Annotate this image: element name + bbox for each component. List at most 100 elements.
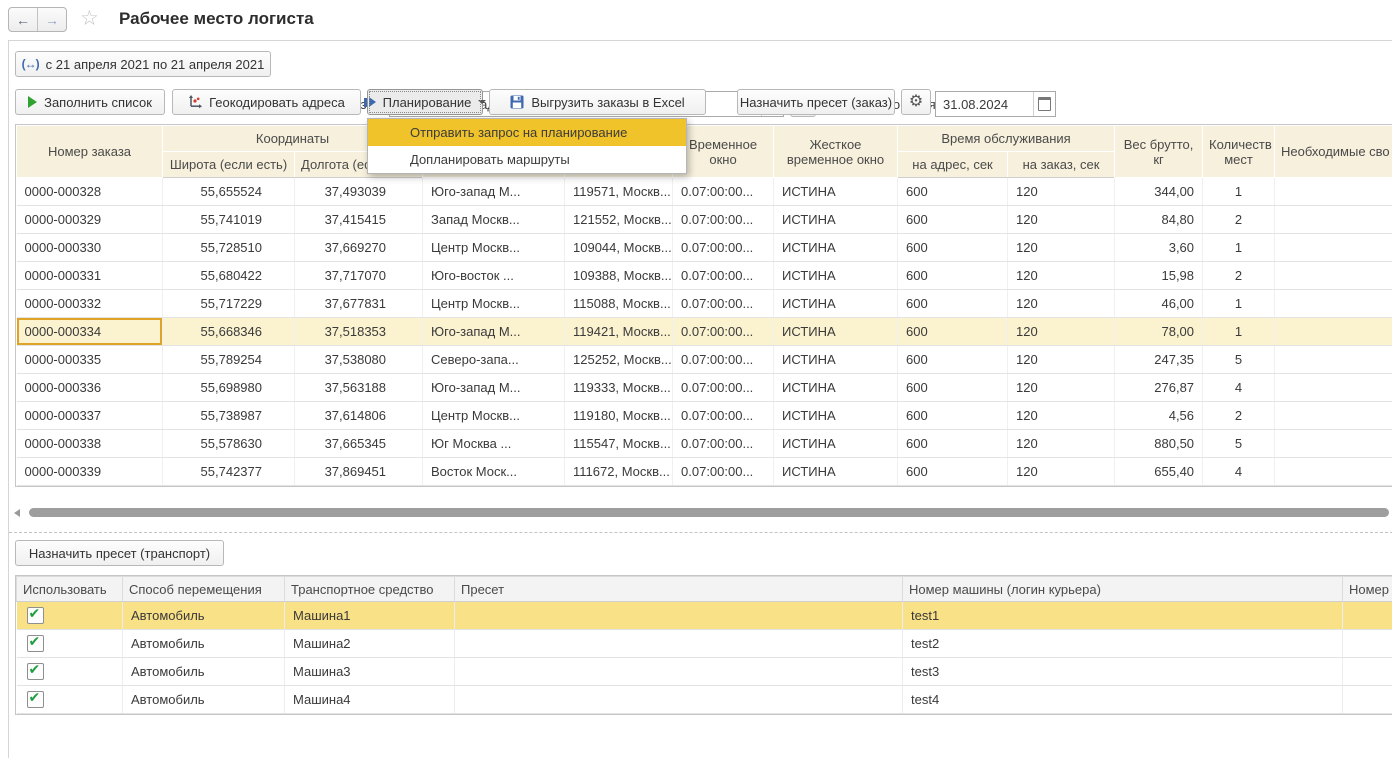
order-cell-required_props[interactable] bbox=[1275, 318, 1392, 346]
col-move-method[interactable]: Способ перемещения bbox=[123, 577, 285, 602]
order-cell-time_window[interactable]: 0.07:00:00... bbox=[673, 346, 774, 374]
order-cell-places[interactable]: 1 bbox=[1203, 290, 1275, 318]
order-cell-required_props[interactable] bbox=[1275, 402, 1392, 430]
col-service-per-order[interactable]: на заказ, сек bbox=[1008, 152, 1115, 178]
order-cell-service_address_sec[interactable]: 600 bbox=[898, 458, 1008, 486]
order-cell-number[interactable]: 0000-000339 bbox=[17, 458, 163, 486]
order-cell-hard_window[interactable]: ИСТИНА bbox=[774, 318, 898, 346]
order-cell-zone[interactable]: Юг Москва ... bbox=[423, 430, 565, 458]
order-cell-places[interactable]: 5 bbox=[1203, 430, 1275, 458]
order-cell-lon[interactable]: 37,614806 bbox=[295, 402, 423, 430]
forward-button[interactable]: → bbox=[38, 8, 66, 31]
order-cell-number[interactable]: 0000-000328 bbox=[17, 178, 163, 206]
order-cell-number[interactable]: 0000-000336 bbox=[17, 374, 163, 402]
use-checkbox[interactable] bbox=[27, 663, 44, 680]
order-cell-lat[interactable]: 55,655524 bbox=[163, 178, 295, 206]
calendar-button[interactable] bbox=[1033, 92, 1055, 116]
order-cell-address[interactable]: 119180, Москв... bbox=[565, 402, 673, 430]
fill-list-button[interactable]: Заполнить список bbox=[15, 89, 165, 115]
order-cell-weight[interactable]: 4,56 bbox=[1115, 402, 1203, 430]
order-cell-zone[interactable]: Юго-запад М... bbox=[423, 178, 565, 206]
order-cell-weight[interactable]: 655,40 bbox=[1115, 458, 1203, 486]
order-cell-service_order_sec[interactable]: 120 bbox=[1008, 346, 1115, 374]
order-cell-time_window[interactable]: 0.07:00:00... bbox=[673, 234, 774, 262]
order-cell-weight[interactable]: 15,98 bbox=[1115, 262, 1203, 290]
order-cell-places[interactable]: 5 bbox=[1203, 346, 1275, 374]
order-cell-places[interactable]: 1 bbox=[1203, 318, 1275, 346]
order-cell-lat[interactable]: 55,738987 bbox=[163, 402, 295, 430]
col-vehicle[interactable]: Транспортное средство bbox=[285, 577, 455, 602]
order-row[interactable]: 0000-00033255,71722937,677831Центр Москв… bbox=[17, 290, 1392, 318]
order-cell-zone[interactable]: Запад Москв... bbox=[423, 206, 565, 234]
use-checkbox[interactable] bbox=[27, 635, 44, 652]
assign-preset-transport-button[interactable]: Назначить пресет (транспорт) bbox=[15, 540, 224, 566]
order-cell-service_order_sec[interactable]: 120 bbox=[1008, 374, 1115, 402]
settings-button[interactable]: ⚙ bbox=[901, 89, 931, 115]
order-cell-time_window[interactable]: 0.07:00:00... bbox=[673, 262, 774, 290]
order-cell-service_order_sec[interactable]: 120 bbox=[1008, 430, 1115, 458]
order-cell-service_address_sec[interactable]: 600 bbox=[898, 290, 1008, 318]
order-cell-service_order_sec[interactable]: 120 bbox=[1008, 206, 1115, 234]
scroll-left-arrow-icon[interactable] bbox=[14, 509, 20, 517]
transport-row[interactable]: АвтомобильМашина4test4 bbox=[17, 686, 1392, 714]
order-cell-address[interactable]: 115547, Москв... bbox=[565, 430, 673, 458]
order-cell-address[interactable]: 111672, Москв... bbox=[565, 458, 673, 486]
col-use[interactable]: Использовать bbox=[17, 577, 123, 602]
use-checkbox[interactable] bbox=[27, 691, 44, 708]
order-cell-places[interactable]: 4 bbox=[1203, 458, 1275, 486]
order-cell-service_order_sec[interactable]: 120 bbox=[1008, 458, 1115, 486]
order-cell-hard_window[interactable]: ИСТИНА bbox=[774, 234, 898, 262]
order-cell-lon[interactable]: 37,665345 bbox=[295, 430, 423, 458]
order-cell-service_address_sec[interactable]: 600 bbox=[898, 374, 1008, 402]
order-cell-service_order_sec[interactable]: 120 bbox=[1008, 402, 1115, 430]
order-cell-address[interactable]: 109388, Москв... bbox=[565, 262, 673, 290]
order-cell-required_props[interactable] bbox=[1275, 374, 1392, 402]
order-cell-service_order_sec[interactable]: 120 bbox=[1008, 234, 1115, 262]
order-cell-lat[interactable]: 55,789254 bbox=[163, 346, 295, 374]
splitter[interactable] bbox=[9, 532, 1392, 533]
order-cell-number[interactable]: 0000-000329 bbox=[17, 206, 163, 234]
order-row[interactable]: 0000-00033155,68042237,717070Юго-восток … bbox=[17, 262, 1392, 290]
order-row[interactable]: 0000-00033855,57863037,665345Юг Москва .… bbox=[17, 430, 1392, 458]
order-cell-time_window[interactable]: 0.07:00:00... bbox=[673, 290, 774, 318]
order-cell-address[interactable]: 119333, Москв... bbox=[565, 374, 673, 402]
transport-cell-preset[interactable] bbox=[455, 630, 903, 658]
order-cell-zone[interactable]: Центр Москв... bbox=[423, 234, 565, 262]
order-cell-lon[interactable]: 37,717070 bbox=[295, 262, 423, 290]
order-cell-service_address_sec[interactable]: 600 bbox=[898, 262, 1008, 290]
col-hard-time-window[interactable]: Жесткое временное окно bbox=[774, 126, 898, 178]
transport-cell-login[interactable]: test2 bbox=[903, 630, 1343, 658]
order-cell-lat[interactable]: 55,741019 bbox=[163, 206, 295, 234]
transport-cell-number[interactable] bbox=[1343, 658, 1392, 686]
transport-row[interactable]: АвтомобильМашина3test3 bbox=[17, 658, 1392, 686]
order-cell-service_address_sec[interactable]: 600 bbox=[898, 346, 1008, 374]
order-cell-lat[interactable]: 55,742377 bbox=[163, 458, 295, 486]
col-car-number[interactable]: Номер машины (логин курьера) bbox=[903, 577, 1343, 602]
order-cell-lat[interactable]: 55,698980 bbox=[163, 374, 295, 402]
order-cell-weight[interactable]: 3,60 bbox=[1115, 234, 1203, 262]
order-cell-places[interactable]: 2 bbox=[1203, 206, 1275, 234]
order-cell-service_address_sec[interactable]: 600 bbox=[898, 430, 1008, 458]
order-row[interactable]: 0000-00033955,74237737,869451Восток Моск… bbox=[17, 458, 1392, 486]
order-cell-time_window[interactable]: 0.07:00:00... bbox=[673, 430, 774, 458]
col-number[interactable]: Номер bbox=[1343, 577, 1392, 602]
order-cell-lon[interactable]: 37,415415 bbox=[295, 206, 423, 234]
order-cell-required_props[interactable] bbox=[1275, 206, 1392, 234]
order-cell-required_props[interactable] bbox=[1275, 178, 1392, 206]
planning-date-field[interactable]: 31.08.2024 bbox=[935, 91, 1056, 117]
order-cell-hard_window[interactable]: ИСТИНА bbox=[774, 458, 898, 486]
transport-cell-method[interactable]: Автомобиль bbox=[123, 658, 285, 686]
order-row[interactable]: 0000-00033555,78925437,538080Северо-запа… bbox=[17, 346, 1392, 374]
order-cell-places[interactable]: 4 bbox=[1203, 374, 1275, 402]
col-required-props[interactable]: Необходимые сво bbox=[1275, 126, 1392, 178]
transport-cell-vehicle[interactable]: Машина4 bbox=[285, 686, 455, 714]
transport-row[interactable]: АвтомобильМашина1test1 bbox=[17, 602, 1392, 630]
order-cell-service_address_sec[interactable]: 600 bbox=[898, 206, 1008, 234]
planning-menu-button[interactable]: Планирование bbox=[367, 89, 483, 115]
order-cell-service_address_sec[interactable]: 600 bbox=[898, 234, 1008, 262]
order-cell-hard_window[interactable]: ИСТИНА bbox=[774, 346, 898, 374]
transport-cell-vehicle[interactable]: Машина3 bbox=[285, 658, 455, 686]
order-cell-required_props[interactable] bbox=[1275, 430, 1392, 458]
order-cell-address[interactable]: 115088, Москв... bbox=[565, 290, 673, 318]
geocode-button[interactable]: Геокодировать адреса bbox=[172, 89, 361, 115]
